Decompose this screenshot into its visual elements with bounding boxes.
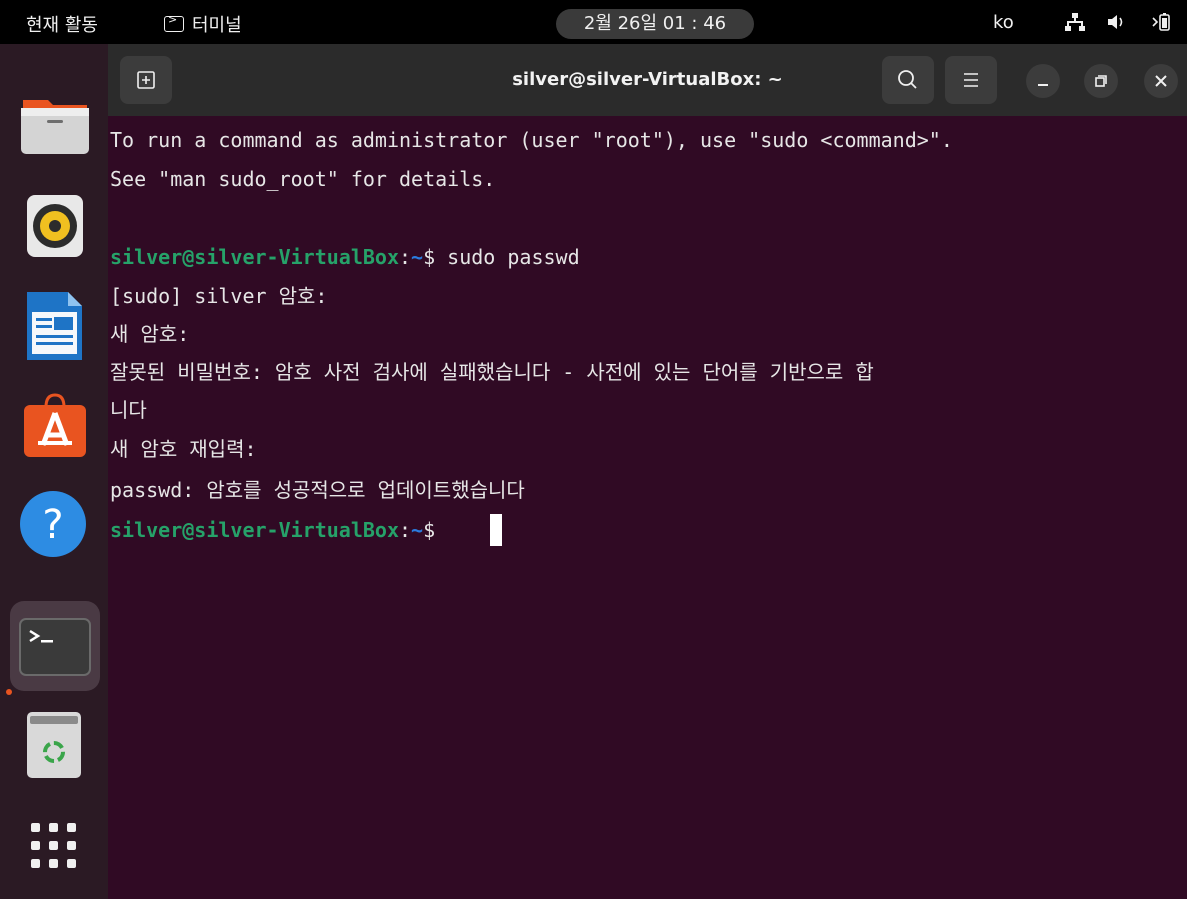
search-button[interactable] bbox=[882, 56, 934, 104]
rhythmbox-icon bbox=[27, 195, 83, 257]
restore-icon bbox=[1095, 75, 1107, 87]
dock-help[interactable]: ? bbox=[10, 478, 100, 568]
activities-button[interactable]: 현재 활동 bbox=[26, 11, 98, 37]
terminal-line: passwd: 암호를 성공적으로 업데이트했습니다 bbox=[110, 478, 525, 502]
terminal-line: To run a command as administrator (user … bbox=[110, 128, 953, 152]
help-icon: ? bbox=[20, 491, 86, 557]
search-icon bbox=[898, 70, 917, 89]
prompt-line: silver@silver-VirtualBox:~$ bbox=[110, 516, 447, 544]
terminal-line: [sudo] silver 암호: bbox=[110, 284, 328, 308]
terminal-line: 니다 bbox=[110, 398, 147, 422]
app-grid-icon bbox=[31, 823, 76, 868]
battery-icon[interactable] bbox=[1150, 12, 1172, 32]
prompt-line: silver@silver-VirtualBox:~$ sudo passwd bbox=[110, 243, 580, 271]
dock-trash[interactable] bbox=[10, 704, 100, 794]
app-menu[interactable]: 터미널 bbox=[164, 11, 242, 37]
trash-icon bbox=[27, 712, 81, 778]
clock[interactable]: 2월 26일 01 : 46 bbox=[556, 9, 754, 39]
restore-button[interactable] bbox=[1084, 64, 1118, 98]
minimize-button[interactable] bbox=[1026, 64, 1060, 98]
dock-rhythmbox[interactable] bbox=[10, 181, 100, 271]
dock-files[interactable] bbox=[10, 82, 100, 172]
terminal-line: 잘못된 비밀번호: 암호 사전 검사에 실패했습니다 - 사전에 있는 단어를 … bbox=[110, 360, 874, 384]
prompt-path: ~ bbox=[411, 518, 424, 542]
top-bar: 현재 활동 터미널 2월 26일 01 : 46 ko bbox=[0, 0, 1187, 44]
hamburger-icon bbox=[964, 73, 978, 87]
dock-software[interactable] bbox=[10, 379, 100, 469]
show-apps-button[interactable] bbox=[10, 804, 100, 894]
prompt-colon: : bbox=[398, 245, 412, 269]
svg-text:?: ? bbox=[42, 502, 63, 548]
menu-button[interactable] bbox=[945, 56, 997, 104]
terminal-window: silver@silver-VirtualBox: ~ To run a com… bbox=[108, 44, 1187, 899]
terminal-line: 새 암호: bbox=[110, 322, 190, 346]
terminal-icon bbox=[19, 618, 91, 676]
minimize-icon bbox=[1038, 84, 1048, 86]
close-icon bbox=[1155, 75, 1167, 87]
prompt-symbol: $ bbox=[423, 518, 448, 542]
input-language[interactable]: ko bbox=[993, 12, 1014, 33]
text-cursor bbox=[490, 514, 502, 546]
terminal-small-icon bbox=[164, 13, 184, 32]
prompt-path: ~ bbox=[411, 245, 424, 269]
dock: ? bbox=[0, 44, 108, 899]
terminal-line: 새 암호 재입력: bbox=[110, 437, 257, 461]
prompt-symbol: $ bbox=[423, 245, 448, 269]
app-menu-label: 터미널 bbox=[192, 15, 242, 36]
prompt-command: sudo passwd bbox=[447, 245, 580, 269]
dock-writer[interactable] bbox=[10, 280, 100, 370]
dock-terminal[interactable] bbox=[10, 601, 100, 691]
software-center-icon bbox=[24, 393, 86, 457]
network-icon[interactable] bbox=[1064, 12, 1086, 32]
header-bar: silver@silver-VirtualBox: ~ bbox=[108, 44, 1187, 116]
files-icon bbox=[21, 100, 89, 154]
writer-icon bbox=[27, 292, 82, 360]
prompt-user-host: silver@silver-VirtualBox bbox=[110, 518, 399, 542]
terminal-line: See "man sudo_root" for details. bbox=[110, 167, 496, 191]
volume-icon[interactable] bbox=[1106, 12, 1128, 32]
prompt-colon: : bbox=[398, 518, 412, 542]
close-button[interactable] bbox=[1144, 64, 1178, 98]
prompt-user-host: silver@silver-VirtualBox bbox=[110, 245, 399, 269]
terminal-output[interactable]: To run a command as administrator (user … bbox=[110, 124, 1185, 894]
